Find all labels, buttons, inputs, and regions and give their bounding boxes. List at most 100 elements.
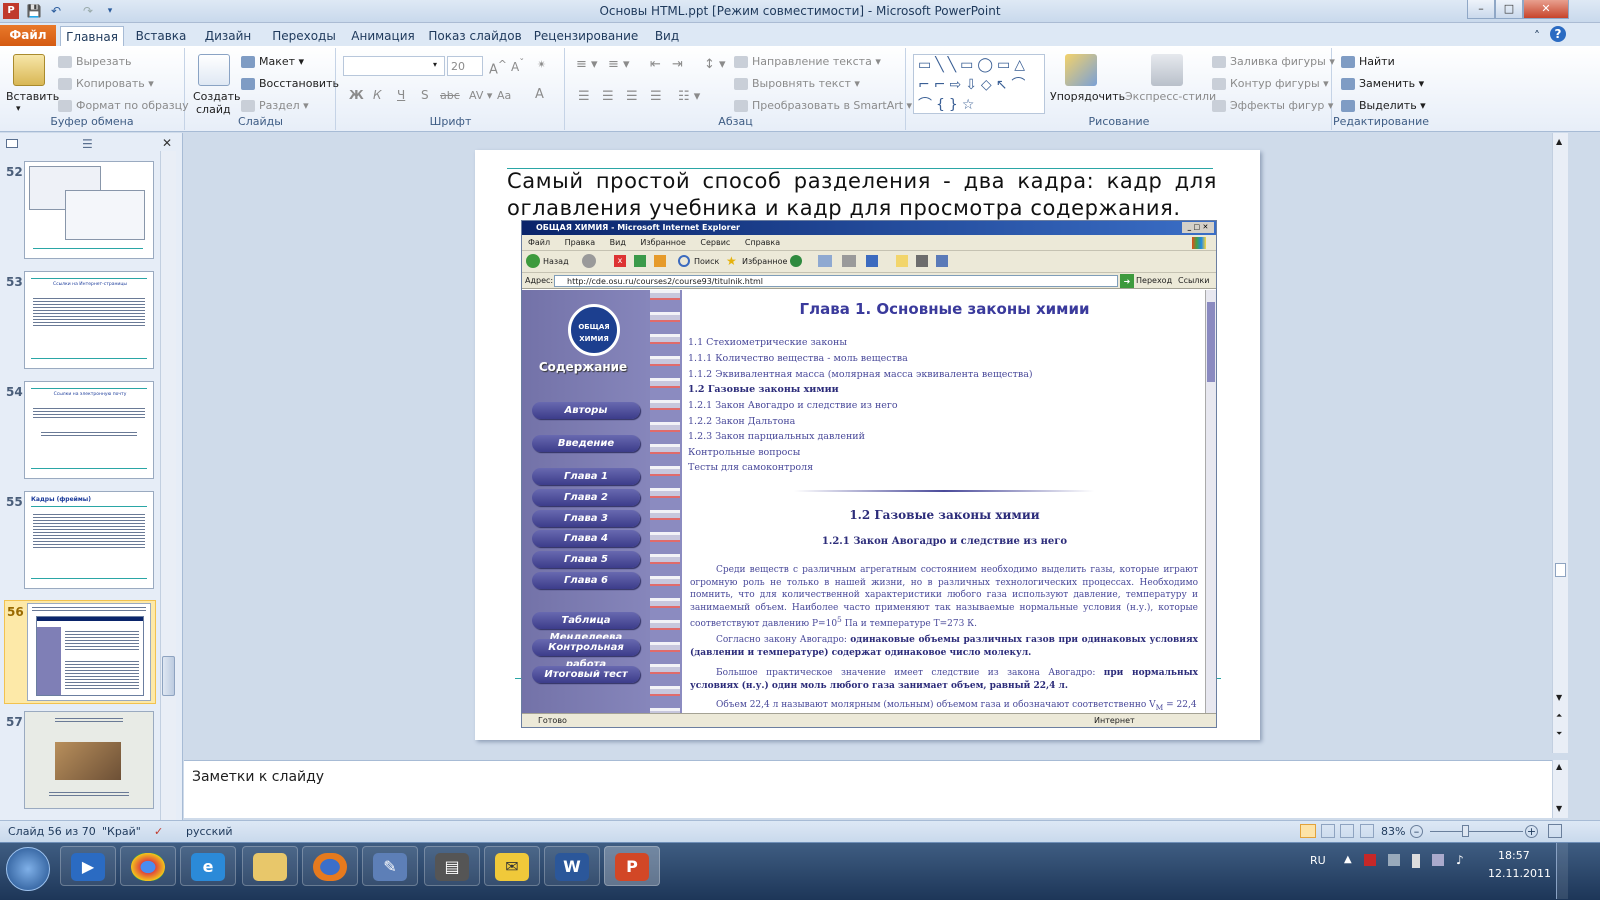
find-button[interactable]: Найти (1341, 55, 1395, 68)
spellcheck-icon[interactable]: ✓ (154, 821, 163, 842)
start-button-icon[interactable] (6, 847, 50, 891)
taskbar-word[interactable]: W (544, 846, 600, 886)
slide-sorter-icon[interactable] (1321, 824, 1335, 838)
notes-scrollbar[interactable]: ▲ ▼ (1552, 760, 1568, 818)
shape-effects-button[interactable]: Эффекты фигур ▾ (1212, 99, 1333, 112)
strikethrough-button[interactable]: abc (440, 89, 460, 102)
tab-review[interactable]: Рецензирование (532, 26, 640, 46)
slides-tab-icon[interactable] (6, 139, 18, 148)
select-button[interactable]: Выделить ▾ (1341, 99, 1426, 112)
scroll-down-icon[interactable]: ▼ (1556, 693, 1562, 702)
underline-button[interactable]: Ч (397, 88, 405, 102)
tab-view[interactable]: Вид (648, 26, 686, 46)
slideshow-icon[interactable] (1360, 824, 1374, 838)
taskbar-app-tool[interactable]: ✎ (362, 846, 418, 886)
reading-view-icon[interactable] (1340, 824, 1354, 838)
show-hidden-icons[interactable]: ▲ (1344, 854, 1352, 865)
clear-format-icon[interactable]: ✴ (537, 58, 546, 71)
slide-canvas[interactable]: Самый простой способ разделения - два ка… (475, 150, 1260, 740)
change-case-button[interactable]: Aa (497, 89, 511, 102)
shapes-gallery[interactable]: ▭╲╲▭◯▭△⌐⌐⇨⇩◇↖⌒⌒{}☆ (913, 54, 1045, 114)
text-direction-button[interactable]: Направление текста ▾ (734, 55, 881, 68)
scrollbar-thumb[interactable] (162, 656, 175, 696)
font-size-input[interactable]: 20 (447, 56, 483, 76)
volume-icon[interactable]: ♪ (1456, 853, 1464, 867)
zoom-out-icon[interactable]: – (1410, 825, 1423, 838)
clock-date[interactable]: 12.11.2011 (1488, 867, 1551, 880)
thumbnail-57[interactable]: 57 (0, 711, 170, 817)
taskbar-firefox[interactable] (302, 846, 358, 886)
battery-icon[interactable] (1412, 854, 1420, 868)
shadow-button[interactable]: S (421, 88, 429, 102)
taskbar-internet-explorer[interactable]: e (180, 846, 236, 886)
network-icon[interactable] (1432, 854, 1444, 866)
notes-pane[interactable]: Заметки к слайду (184, 760, 1552, 818)
previous-slide-icon[interactable]: ⏶ (1556, 711, 1562, 721)
arrange-button[interactable]: Упорядочить (1050, 90, 1125, 103)
align-right-icon[interactable]: ☰ (626, 89, 638, 104)
decrease-indent-icon[interactable]: ⇤ (650, 57, 661, 72)
columns-icon[interactable]: ☷ ▾ (678, 89, 700, 104)
tab-design[interactable]: Дизайн (198, 26, 258, 46)
shape-outline-button[interactable]: Контур фигуры ▾ (1212, 77, 1329, 90)
language-indicator[interactable]: RU (1310, 854, 1326, 867)
increase-indent-icon[interactable]: ⇥ (672, 57, 683, 72)
section-button[interactable]: Раздел ▾ (241, 99, 309, 112)
taskbar-app-printer[interactable]: ▤ (424, 846, 480, 886)
notes-scroll-down-icon[interactable]: ▼ (1556, 804, 1562, 813)
zoom-in-icon[interactable]: + (1525, 825, 1538, 838)
tab-transitions[interactable]: Переходы (268, 26, 340, 46)
thumbnail-53[interactable]: 53 Ссылки на Интернет-страницы (0, 271, 170, 377)
tray-flag-icon[interactable] (1364, 854, 1376, 866)
taskbar-mail[interactable]: ✉ (484, 846, 540, 886)
replace-button[interactable]: Заменить ▾ (1341, 77, 1424, 90)
language[interactable]: русский (186, 821, 233, 842)
font-name-dropdown-icon[interactable]: ▾ (433, 60, 437, 69)
taskbar-powerpoint-active[interactable]: P (604, 846, 660, 886)
clock-time[interactable]: 18:57 (1498, 849, 1530, 862)
line-spacing-icon[interactable]: ↕ ▾ (704, 57, 726, 72)
scrollbar-thumb[interactable] (1555, 563, 1566, 577)
zoom-slider-track[interactable] (1430, 831, 1523, 832)
outline-tab-icon[interactable]: ☰ (82, 137, 93, 151)
help-icon[interactable]: ? (1550, 26, 1566, 42)
zoom-slider-thumb[interactable] (1462, 825, 1469, 837)
shrink-font-icon[interactable]: Aˇ (511, 58, 524, 74)
paste-dropdown-icon[interactable]: ▾ (16, 104, 21, 114)
align-center-icon[interactable]: ☰ (602, 89, 614, 104)
slides-panel-scrollbar[interactable] (160, 151, 176, 823)
next-slide-icon[interactable]: ⏷ (1556, 729, 1562, 739)
cut-button[interactable]: Вырезать (58, 55, 131, 68)
taskbar-chrome[interactable] (120, 846, 176, 886)
font-color-button[interactable]: A (535, 87, 544, 102)
close-button[interactable]: ✕ (1523, 0, 1569, 19)
ie-screenshot[interactable]: ОБЩАЯ ХИМИЯ - Microsoft Internet Explore… (521, 220, 1217, 728)
editor-scrollbar[interactable]: ▲ ▼ ⏶ ⏷ (1552, 133, 1568, 753)
align-left-icon[interactable]: ☰ (578, 89, 590, 104)
smartart-button[interactable]: Преобразовать в SmartArt ▾ (734, 99, 912, 112)
layout-button[interactable]: Макет ▾ (241, 55, 304, 68)
slide-body-text[interactable]: Самый простой способ разделения - два ка… (507, 168, 1217, 222)
tray-device-icon[interactable] (1388, 854, 1400, 866)
notes-placeholder[interactable]: Заметки к слайду (192, 769, 324, 785)
shape-fill-button[interactable]: Заливка фигуры ▾ (1212, 55, 1335, 68)
italic-button[interactable]: К (373, 88, 382, 102)
minimize-button[interactable]: – (1467, 0, 1495, 19)
theme-name[interactable]: "Край" (102, 821, 141, 842)
grow-font-icon[interactable]: A^ (489, 58, 507, 77)
tab-slideshow[interactable]: Показ слайдов (428, 26, 522, 46)
numbering-icon[interactable]: ≡ ▾ (608, 57, 630, 72)
paste-button[interactable]: Вставить (6, 90, 59, 103)
maximize-button[interactable]: □ (1495, 0, 1523, 19)
tab-file[interactable]: Файл (0, 25, 56, 46)
new-slide-button[interactable]: Создать (193, 90, 241, 103)
reset-button[interactable]: Восстановить (241, 77, 339, 90)
tab-home[interactable]: Главная (60, 26, 124, 46)
taskbar-explorer[interactable] (242, 846, 298, 886)
thumbnail-54[interactable]: 54 Ссылки на электронную почту (0, 381, 170, 487)
tab-insert[interactable]: Вставка (132, 26, 190, 46)
fit-slide-icon[interactable] (1548, 824, 1562, 838)
close-panel-icon[interactable]: ✕ (162, 136, 172, 150)
scroll-up-icon[interactable]: ▲ (1556, 137, 1562, 146)
thumbnail-56-selected[interactable]: 56 (4, 600, 156, 704)
